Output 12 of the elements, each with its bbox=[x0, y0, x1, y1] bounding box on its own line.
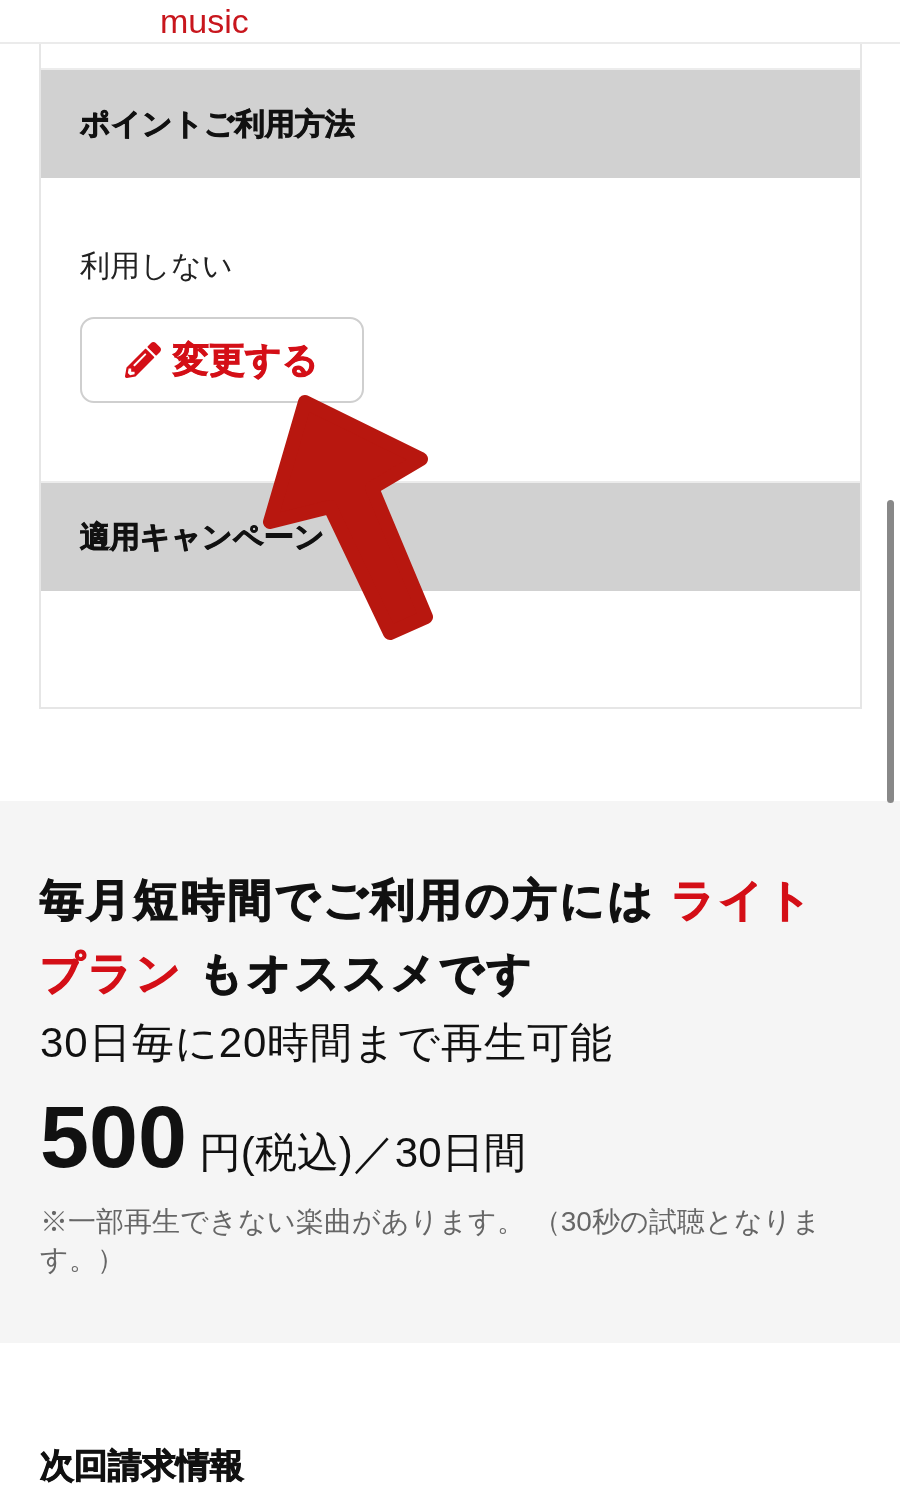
price-unit: 円(税込)／30日間 bbox=[198, 1132, 526, 1174]
price-amount: 500 bbox=[40, 1093, 187, 1181]
promo-subline: 30日毎に20時間まで再生可能 bbox=[40, 1018, 615, 1068]
pencil-icon bbox=[125, 342, 161, 378]
promo-note: ※一部再生できない楽曲があります。 （30秒の試聴となります。） bbox=[40, 1205, 822, 1277]
change-button[interactable]: 変更する bbox=[80, 317, 364, 403]
section-title: ポイントご利用方法 bbox=[80, 106, 355, 142]
logo-text[interactable]: music bbox=[160, 4, 249, 38]
section-title: 適用キャンペーン bbox=[80, 519, 325, 555]
next-billing-title: 次回請求情報 bbox=[40, 1446, 244, 1484]
point-usage-value: 利用しない bbox=[80, 248, 233, 284]
promo-headline: 毎月短時間でご利用の方には ライトプラン もオススメです bbox=[40, 874, 817, 999]
